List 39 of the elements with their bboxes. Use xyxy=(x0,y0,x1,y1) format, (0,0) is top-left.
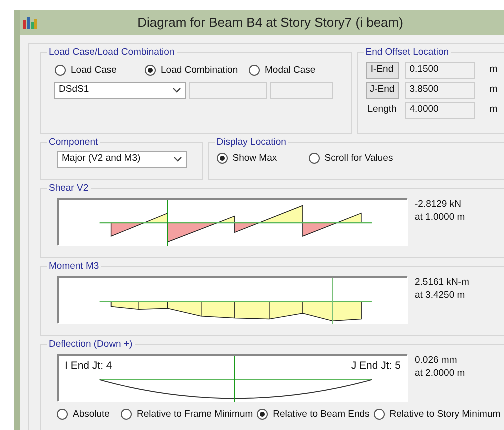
group-title: Load Case/Load Combination xyxy=(48,48,176,58)
readout-text: at 1.0000 m xyxy=(415,210,466,224)
radio-button[interactable]: Modal Case xyxy=(249,64,329,78)
radio-button[interactable]: Relative to Story Minimum xyxy=(374,408,501,422)
readout-text: at 2.0000 m xyxy=(415,366,466,380)
radio-button[interactable]: Relative to Beam Ends xyxy=(257,408,370,422)
radio-button[interactable]: Load Case xyxy=(55,64,141,78)
end-button[interactable]: I-End xyxy=(366,62,399,78)
radio-button[interactable]: Relative to Frame Minimum xyxy=(121,408,254,422)
value-field[interactable]: 0.1500 xyxy=(404,62,475,78)
group-title: Moment M3 xyxy=(48,262,100,272)
readout-text: 2.5161 kN-m xyxy=(415,276,470,288)
group-title: Shear V2 xyxy=(48,184,90,194)
joint-label: I End Jt: 4 xyxy=(65,358,112,374)
combo-dropdown[interactable]: DSdS1 xyxy=(54,82,186,99)
value-field[interactable]: 4.0000 xyxy=(404,102,475,118)
readout-text: 0.026 mm xyxy=(415,354,458,366)
value-field[interactable]: 3.8500 xyxy=(404,82,475,98)
unit-label: m xyxy=(490,102,498,117)
group-title: End Offset Location xyxy=(364,48,450,58)
unit-label: m xyxy=(490,62,498,77)
caret-icon xyxy=(173,88,181,93)
group-title: Deflection (Down +) xyxy=(48,340,134,350)
radio-button[interactable]: Load Combination xyxy=(145,64,245,78)
group-title: Component xyxy=(48,138,100,148)
radio-button[interactable]: Scroll for Values xyxy=(308,152,439,166)
readout-text: -2.8129 kN xyxy=(415,198,462,210)
joint-label: J End Jt: 5 xyxy=(351,358,401,374)
end-button[interactable]: J-End xyxy=(366,82,399,98)
window-title: Diagram for Beam B4 at Story Story7 (i beam) xyxy=(136,14,404,32)
app-icon xyxy=(23,16,37,28)
radio-button[interactable]: Show Max xyxy=(216,152,305,166)
readout-text: at 3.4250 m xyxy=(415,288,466,302)
field-label: Length xyxy=(366,102,398,117)
component-dropdown[interactable]: Major (V2 and M3) xyxy=(57,150,187,168)
group-title: Display Location xyxy=(216,138,288,148)
radio-button[interactable]: Absolute xyxy=(57,408,117,422)
unit-label: m xyxy=(490,82,498,97)
caret-icon xyxy=(174,156,182,162)
